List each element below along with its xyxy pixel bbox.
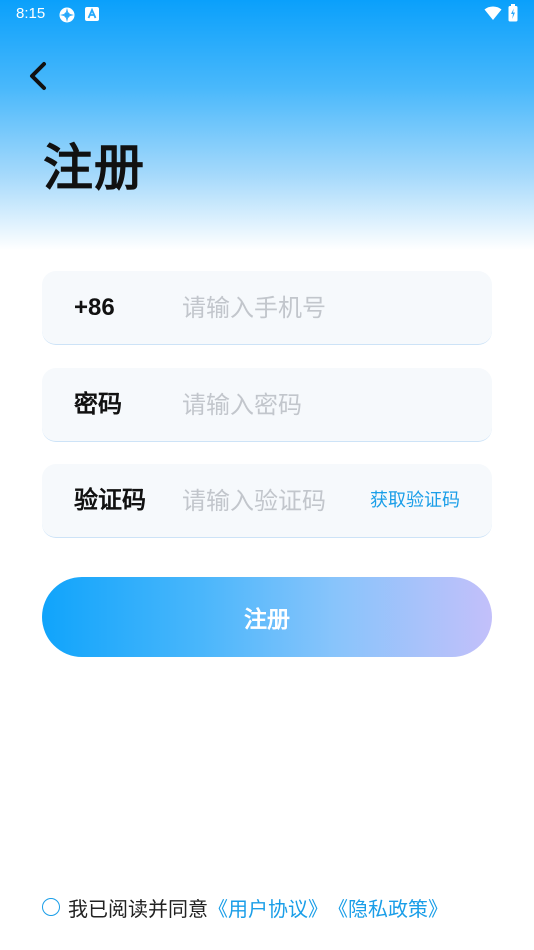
code-field: 验证码 获取验证码 xyxy=(42,464,492,538)
status-time: 8:15 xyxy=(16,5,46,22)
battery-icon xyxy=(508,4,518,26)
password-field: 密码 xyxy=(42,368,492,442)
code-input[interactable] xyxy=(182,464,347,538)
code-label: 验证码 xyxy=(74,487,146,514)
font-icon xyxy=(84,6,100,26)
status-bar: 8:15 xyxy=(0,0,534,28)
phone-field: +86 xyxy=(42,271,492,345)
phone-input[interactable] xyxy=(182,271,452,345)
register-button[interactable]: 注册 xyxy=(42,577,492,657)
agree-checkbox[interactable] xyxy=(42,898,60,916)
back-button[interactable] xyxy=(22,58,58,94)
country-code: +86 xyxy=(74,294,115,321)
privacy-policy-link[interactable]: 《隐私政策》 xyxy=(328,893,448,922)
agreement-text: 我已阅读并同意 xyxy=(68,896,208,921)
chevron-left-icon xyxy=(30,62,46,90)
password-input[interactable] xyxy=(182,368,452,442)
password-label: 密码 xyxy=(74,391,122,418)
get-code-button[interactable]: 获取验证码 xyxy=(370,464,460,538)
gear-icon xyxy=(58,6,76,28)
user-agreement-link[interactable]: 《用户协议》 xyxy=(208,893,328,922)
header-background xyxy=(0,0,534,250)
wifi-icon xyxy=(484,5,502,25)
agreement: 我已阅读并同意 《用户协议》 《隐私政策》 xyxy=(42,892,448,922)
page-title: 注册 xyxy=(43,139,145,197)
